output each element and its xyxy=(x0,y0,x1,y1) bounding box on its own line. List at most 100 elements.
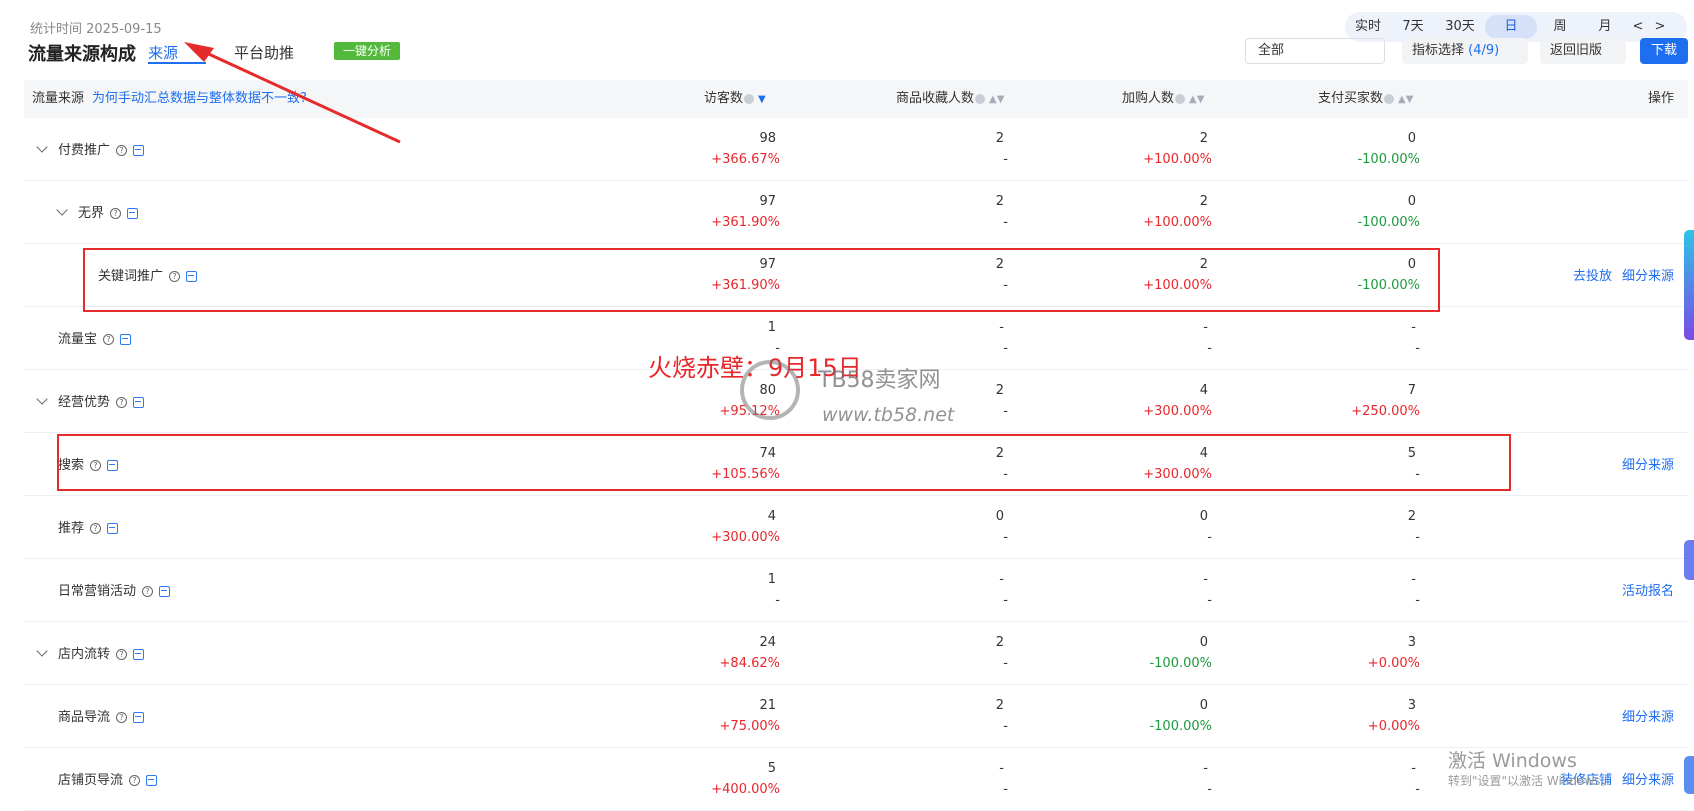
row-action-link[interactable]: 细分来源 xyxy=(1622,269,1674,284)
side-widget[interactable] xyxy=(1684,230,1694,340)
row-label: 日常营销活动 xyxy=(58,584,137,599)
cell-fav-delta: - xyxy=(1003,782,1008,797)
trend-icon[interactable] xyxy=(159,586,171,597)
chevron-down-icon[interactable] xyxy=(36,393,48,405)
highlight-box-search xyxy=(57,434,1511,491)
row-actions: 细分来源 xyxy=(1612,454,1674,473)
filter-select-value: 全部 xyxy=(1258,43,1285,58)
cell-visitors: 1 xyxy=(767,320,776,335)
help-icon xyxy=(744,93,755,104)
col-ops: 操作 xyxy=(1647,91,1674,106)
chevron-down-icon[interactable] xyxy=(56,204,68,216)
help-icon: ? xyxy=(142,586,154,597)
cell-fav: - xyxy=(999,320,1004,335)
help-icon: ? xyxy=(116,649,128,660)
trend-icon[interactable] xyxy=(133,397,145,408)
cell-visitors-delta: +75.00% xyxy=(719,719,780,734)
cell-cart: 2 xyxy=(1199,194,1208,209)
row-source-name[interactable]: 经营优势? xyxy=(36,391,145,410)
col-fav[interactable]: 商品收藏人数 ▲▼ xyxy=(896,80,1004,118)
cell-cart: 2 xyxy=(1199,131,1208,146)
row-source-name: 商品导流? xyxy=(58,706,145,725)
cell-visitors: 5 xyxy=(767,761,776,776)
filter-select[interactable]: 全部 xyxy=(1245,38,1385,64)
row-action-link[interactable]: 去投放 xyxy=(1573,269,1612,284)
side-widget-2[interactable] xyxy=(1684,540,1694,580)
time-tab[interactable]: 实时 xyxy=(1345,15,1391,39)
sort-icon[interactable]: ▲▼ xyxy=(989,94,1004,105)
cell-buyers-delta: - xyxy=(1415,530,1420,545)
sort-icon[interactable]: ▲▼ xyxy=(1189,94,1204,105)
trend-icon[interactable] xyxy=(146,775,158,786)
time-tab[interactable]: > xyxy=(1649,15,1671,39)
col-visitors[interactable]: 访客数 ▼ xyxy=(704,80,766,118)
cell-fav-delta: - xyxy=(1003,593,1008,608)
help-icon: ? xyxy=(129,775,141,786)
row-action-link[interactable]: 细分来源 xyxy=(1622,773,1674,788)
row-source-name[interactable]: 店内流转? xyxy=(36,643,145,662)
row-label: 店内流转 xyxy=(58,647,111,662)
time-tab[interactable]: 7天 xyxy=(1391,15,1435,39)
time-tab[interactable]: 周 xyxy=(1537,15,1583,39)
cell-buyers: - xyxy=(1411,320,1416,335)
cell-cart-delta: - xyxy=(1207,341,1212,356)
cell-cart-delta: - xyxy=(1207,782,1212,797)
col-fav-label: 商品收藏人数 xyxy=(896,91,975,106)
table-row: 店铺页导流? 5 +400.00% - - - - - - 装修店铺 细分来源 xyxy=(24,748,1688,811)
col-buyers[interactable]: 支付买家数 ▲▼ xyxy=(1318,80,1413,118)
trend-icon[interactable] xyxy=(133,649,145,660)
cell-buyers: 3 xyxy=(1407,635,1416,650)
cell-cart-delta: +100.00% xyxy=(1143,215,1212,230)
time-tab[interactable]: 月 xyxy=(1583,15,1627,39)
row-action-link[interactable]: 活动报名 xyxy=(1622,584,1674,599)
row-label: 流量宝 xyxy=(58,332,98,347)
back-old-version-button[interactable]: 返回旧版 xyxy=(1540,38,1626,64)
indicator-select-button[interactable]: 指标选择 (4/9) xyxy=(1402,38,1528,64)
cell-fav: 2 xyxy=(995,383,1004,398)
cell-fav: - xyxy=(999,761,1004,776)
cell-buyers-delta: - xyxy=(1415,341,1420,356)
cell-cart-delta: - xyxy=(1207,530,1212,545)
cell-fav-delta: - xyxy=(1003,152,1008,167)
row-source-name[interactable]: 无界? xyxy=(56,202,139,221)
trend-icon[interactable] xyxy=(120,334,132,345)
cell-cart-delta: -100.00% xyxy=(1149,656,1212,671)
cell-fav: 0 xyxy=(995,509,1004,524)
annotation-arrow-icon xyxy=(184,42,401,144)
time-tab[interactable]: 30天 xyxy=(1435,15,1485,39)
cell-fav: 2 xyxy=(995,698,1004,713)
cell-visitors: 21 xyxy=(759,698,776,713)
chevron-down-icon[interactable] xyxy=(36,645,48,657)
row-action-link[interactable]: 细分来源 xyxy=(1622,458,1674,473)
col-cart[interactable]: 加购人数 ▲▼ xyxy=(1122,80,1204,118)
cell-visitors-delta: +84.62% xyxy=(719,656,780,671)
trend-icon[interactable] xyxy=(107,523,119,534)
trend-icon[interactable] xyxy=(127,208,139,219)
row-source-name: 推荐? xyxy=(58,517,119,536)
cell-buyers: 0 xyxy=(1407,131,1416,146)
row-source-name: 店铺页导流? xyxy=(58,769,158,788)
side-widget-3[interactable] xyxy=(1684,756,1694,794)
cell-fav-delta: - xyxy=(1003,656,1008,671)
cell-buyers-delta: +0.00% xyxy=(1367,656,1420,671)
watermark-logo xyxy=(740,360,800,420)
table-row: 推荐? 4 +300.00% 0 - 0 - 2 - xyxy=(24,496,1688,559)
time-tab[interactable]: 日 xyxy=(1485,15,1537,39)
table-row: 日常营销活动? 1 - - - - - - - 活动报名 xyxy=(24,559,1688,622)
cell-fav-delta: - xyxy=(1003,530,1008,545)
cell-visitors: 24 xyxy=(759,635,776,650)
row-action-link[interactable]: 细分来源 xyxy=(1622,710,1674,725)
download-button[interactable]: 下载 xyxy=(1640,38,1688,64)
watermark-url: www.tb58.net xyxy=(822,404,955,426)
row-actions: 细分来源 xyxy=(1612,706,1674,725)
trend-icon[interactable] xyxy=(133,712,145,723)
cell-cart: - xyxy=(1203,572,1208,587)
help-icon xyxy=(1175,93,1186,104)
sort-icon[interactable]: ▼ xyxy=(758,94,766,105)
cell-cart: 0 xyxy=(1199,635,1208,650)
row-label: 无界 xyxy=(78,206,105,221)
time-tab[interactable]: < xyxy=(1627,15,1649,39)
indicator-count: (4/9) xyxy=(1468,43,1500,58)
cell-cart-delta: -100.00% xyxy=(1149,719,1212,734)
sort-icon[interactable]: ▲▼ xyxy=(1398,94,1413,105)
